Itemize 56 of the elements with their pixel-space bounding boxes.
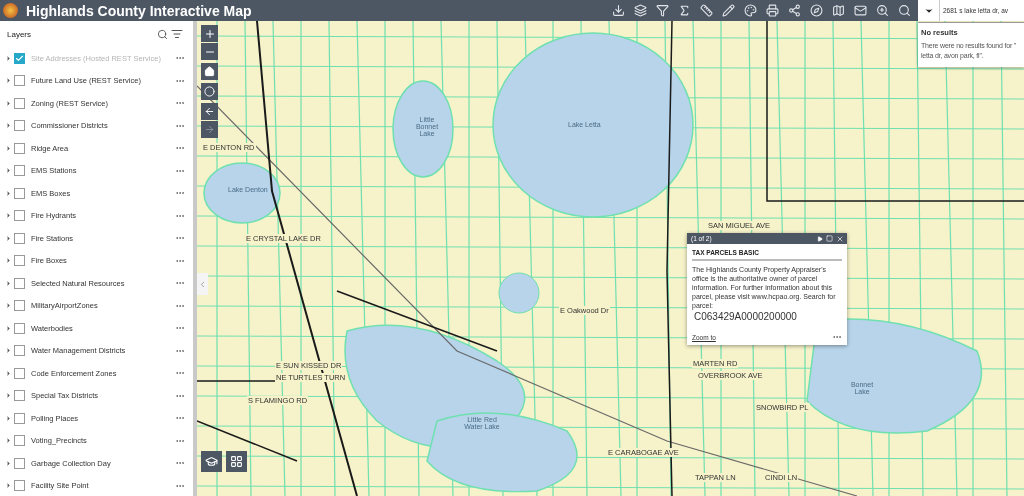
expand-icon[interactable] <box>5 459 12 467</box>
expand-icon[interactable] <box>5 437 12 445</box>
pencil-icon[interactable] <box>719 1 738 20</box>
expand-icon[interactable] <box>5 212 12 220</box>
layer-checkbox[interactable] <box>14 277 25 289</box>
layer-checkbox[interactable] <box>14 480 25 492</box>
expand-icon[interactable] <box>5 189 12 197</box>
layer-checkbox[interactable] <box>14 390 25 402</box>
layers-title: Layers <box>7 29 32 39</box>
expand-icon[interactable] <box>5 302 12 310</box>
expand-icon[interactable] <box>5 257 12 265</box>
expand-icon[interactable] <box>5 234 12 242</box>
layer-checkbox[interactable] <box>14 367 25 379</box>
expand-icon[interactable] <box>5 54 12 62</box>
layer-checkbox[interactable] <box>14 345 25 357</box>
printer-icon[interactable] <box>763 1 782 20</box>
expand-icon[interactable] <box>5 144 12 152</box>
layer-checkbox[interactable] <box>14 75 25 87</box>
expand-icon[interactable] <box>5 77 12 85</box>
expand-icon[interactable] <box>5 279 12 287</box>
app-title: Highlands County Interactive Map <box>26 2 253 19</box>
expand-icon[interactable] <box>5 167 12 175</box>
layer-checkbox[interactable] <box>14 97 25 109</box>
compass-icon[interactable] <box>807 1 826 20</box>
layer-checkbox[interactable] <box>14 187 25 199</box>
close-icon[interactable] <box>836 234 844 243</box>
map-drawing[interactable] <box>197 21 1024 496</box>
ruler-icon[interactable] <box>697 1 716 20</box>
next-icon[interactable] <box>817 235 823 242</box>
layer-checkbox[interactable] <box>14 142 25 154</box>
expand-icon[interactable] <box>5 392 12 400</box>
expand-icon[interactable] <box>5 482 12 490</box>
parcel-number: C063429A0000200000 <box>694 311 798 322</box>
layer-checkbox[interactable] <box>14 457 25 469</box>
collapse-handle[interactable] <box>197 273 208 295</box>
layer-checkbox[interactable] <box>14 232 25 244</box>
maximize-icon[interactable] <box>826 235 833 242</box>
layer-checkbox[interactable] <box>14 210 25 222</box>
layer-checkbox[interactable] <box>14 412 25 424</box>
search-icon[interactable] <box>157 28 168 40</box>
layer-checkbox[interactable] <box>14 435 25 447</box>
layer-checkbox[interactable] <box>14 120 25 132</box>
layer-checkbox[interactable] <box>14 165 25 177</box>
filter-list-icon[interactable] <box>171 28 183 40</box>
expand-icon[interactable] <box>5 369 12 377</box>
layer-checkbox[interactable] <box>14 255 25 267</box>
layers-icon[interactable] <box>631 1 650 20</box>
layer-checkbox[interactable] <box>14 322 25 334</box>
layer-checkbox[interactable] <box>14 300 25 312</box>
expand-icon[interactable] <box>5 414 12 422</box>
layer-checkbox[interactable] <box>14 52 25 64</box>
expand-icon[interactable] <box>5 324 12 332</box>
expand-icon[interactable] <box>5 99 12 107</box>
expand-icon[interactable] <box>5 347 12 355</box>
expand-icon[interactable] <box>5 122 12 130</box>
county-seal-logo <box>3 3 18 18</box>
